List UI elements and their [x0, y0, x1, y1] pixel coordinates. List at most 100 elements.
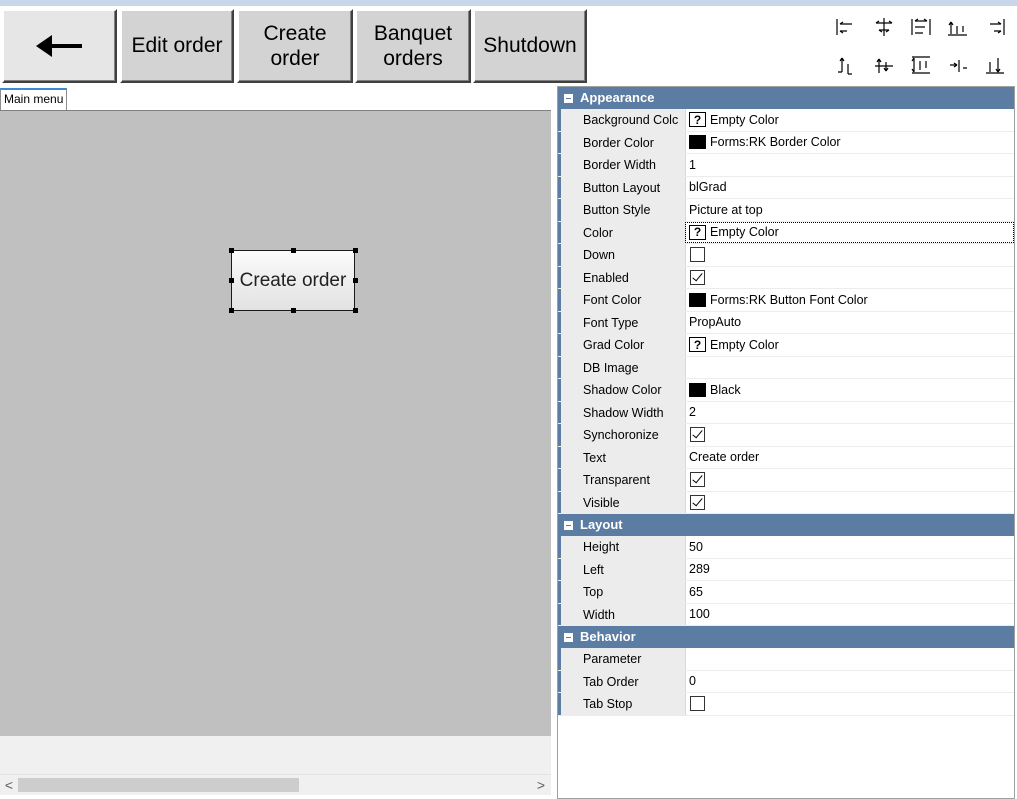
property-row-color[interactable]: Color? Empty Color — [558, 221, 1014, 244]
center-horizontally-icon[interactable] — [939, 46, 976, 84]
property-row-border-color[interactable]: Border Color Forms:RK Border Color — [558, 131, 1014, 154]
property-value[interactable]: 0 — [685, 670, 1014, 692]
resize-handle-bottom-right[interactable] — [353, 308, 358, 313]
property-value[interactable]: PropAuto — [685, 311, 1014, 333]
category-layout[interactable]: Layout — [558, 514, 1014, 536]
property-row-background-colc[interactable]: Background Colc? Empty Color — [558, 109, 1014, 132]
resize-handle-top[interactable] — [291, 248, 296, 253]
checkbox[interactable] — [690, 247, 705, 263]
property-value[interactable] — [685, 491, 1014, 513]
scroll-thumb[interactable] — [18, 778, 299, 792]
align-bottom-edges-icon[interactable] — [976, 46, 1013, 84]
resize-handle-bottom-left[interactable] — [229, 308, 234, 313]
property-row-db-image[interactable]: DB Image — [558, 356, 1014, 379]
align-top-edges-icon[interactable] — [828, 46, 865, 84]
property-row-synchoronize[interactable]: Synchoronize — [558, 424, 1014, 447]
property-row-left[interactable]: Left 289 — [558, 558, 1014, 581]
property-value[interactable]: Picture at top — [685, 199, 1014, 221]
property-value[interactable] — [685, 424, 1014, 446]
property-row-width[interactable]: Width 100 — [558, 603, 1014, 626]
property-value[interactable] — [685, 693, 1014, 715]
resize-handle-bottom[interactable] — [291, 308, 296, 313]
property-value[interactable]: 50 — [685, 536, 1014, 558]
property-value[interactable]: Black — [685, 379, 1014, 401]
space-equally-vertical-icon[interactable] — [902, 46, 939, 84]
scroll-left-icon[interactable]: < — [1, 777, 17, 793]
property-value-text: Picture at top — [689, 202, 763, 217]
property-row-height[interactable]: Height 50 — [558, 536, 1014, 559]
banquet-orders-button[interactable]: Banquet orders — [355, 9, 471, 83]
edit-order-button[interactable]: Edit order — [120, 9, 234, 83]
collapse-icon[interactable] — [564, 632, 573, 642]
property-name: Synchoronize — [558, 424, 685, 446]
property-row-font-color[interactable]: Font Color Forms:RK Button Font Color — [558, 289, 1014, 312]
property-row-grad-color[interactable]: Grad Color? Empty Color — [558, 334, 1014, 357]
align-vertical-centers-icon[interactable] — [865, 46, 902, 84]
property-value[interactable] — [685, 469, 1014, 491]
property-row-down[interactable]: Down — [558, 244, 1014, 267]
checkbox[interactable] — [690, 269, 705, 285]
category-appearance[interactable]: Appearance — [558, 87, 1014, 109]
collapse-icon[interactable] — [564, 520, 573, 530]
resize-handle-right[interactable] — [353, 278, 358, 283]
property-row-button-layout[interactable]: Button Layout blGrad — [558, 176, 1014, 199]
align-left-edges-icon[interactable] — [828, 8, 865, 46]
shutdown-label: Shutdown — [483, 34, 577, 58]
property-value[interactable]: Forms:RK Border Color — [685, 131, 1014, 153]
tab-main-menu[interactable]: Main menu — [0, 88, 68, 110]
checkbox[interactable] — [690, 427, 705, 443]
property-row-shadow-color[interactable]: Shadow Color Black — [558, 379, 1014, 402]
property-value[interactable]: 100 — [685, 603, 1014, 625]
form-designer: Main menu Create order < > — [0, 86, 551, 799]
property-value[interactable]: ? Empty Color — [685, 334, 1014, 356]
resize-handle-top-right[interactable] — [353, 248, 358, 253]
property-row-border-width[interactable]: Border Width 1 — [558, 154, 1014, 177]
space-equally-horizontal-icon[interactable] — [902, 8, 939, 46]
back-button[interactable] — [2, 9, 117, 83]
property-value[interactable]: 65 — [685, 581, 1014, 603]
property-row-shadow-width[interactable]: Shadow Width 2 — [558, 401, 1014, 424]
property-value[interactable] — [685, 648, 1014, 670]
property-value[interactable]: ? Empty Color — [685, 109, 1014, 131]
create-order-button[interactable]: Create order — [237, 9, 353, 83]
property-row-font-type[interactable]: Font Type PropAuto — [558, 311, 1014, 334]
shutdown-button[interactable]: Shutdown — [473, 9, 587, 83]
property-value-text: 100 — [689, 607, 710, 622]
align-bottom-spacing-icon[interactable] — [939, 8, 976, 46]
property-value[interactable]: blGrad — [685, 176, 1014, 198]
property-row-enabled[interactable]: Enabled — [558, 266, 1014, 289]
left-arrow-icon — [34, 32, 86, 60]
property-value[interactable]: ? Empty Color — [685, 221, 1014, 243]
category-label: Behavior — [580, 629, 636, 644]
design-canvas[interactable]: Create order — [0, 110, 551, 736]
property-value[interactable]: 1 — [685, 154, 1014, 176]
property-row-parameter[interactable]: Parameter — [558, 648, 1014, 671]
collapse-icon[interactable] — [564, 93, 573, 103]
property-value[interactable]: Forms:RK Button Font Color — [685, 289, 1014, 311]
property-row-top[interactable]: Top 65 — [558, 581, 1014, 604]
property-row-transparent[interactable]: Transparent — [558, 469, 1014, 492]
property-row-tab-order[interactable]: Tab Order 0 — [558, 670, 1014, 693]
property-row-visible[interactable]: Visible — [558, 491, 1014, 514]
checkbox[interactable] — [690, 494, 705, 510]
selected-create-order-button[interactable]: Create order — [231, 250, 355, 311]
checkbox[interactable] — [690, 696, 705, 712]
horizontal-scrollbar[interactable]: < > — [0, 774, 551, 795]
category-behavior[interactable]: Behavior — [558, 626, 1014, 648]
property-value[interactable] — [685, 244, 1014, 266]
property-value-text: Black — [710, 382, 741, 397]
resize-handle-left[interactable] — [229, 278, 234, 283]
property-value[interactable]: 289 — [685, 558, 1014, 580]
align-horizontal-centers-icon[interactable] — [865, 8, 902, 46]
property-value[interactable] — [685, 266, 1014, 288]
scroll-right-icon[interactable]: > — [533, 777, 549, 793]
property-value[interactable] — [685, 356, 1014, 378]
property-row-button-style[interactable]: Button Style Picture at top — [558, 199, 1014, 222]
property-row-tab-stop[interactable]: Tab Stop — [558, 693, 1014, 716]
property-value[interactable]: Create order — [685, 446, 1014, 468]
property-value[interactable]: 2 — [685, 401, 1014, 423]
resize-handle-top-left[interactable] — [229, 248, 234, 253]
checkbox[interactable] — [690, 472, 705, 488]
align-right-edges-icon[interactable] — [976, 8, 1013, 46]
property-row-text[interactable]: Text Create order — [558, 446, 1014, 469]
